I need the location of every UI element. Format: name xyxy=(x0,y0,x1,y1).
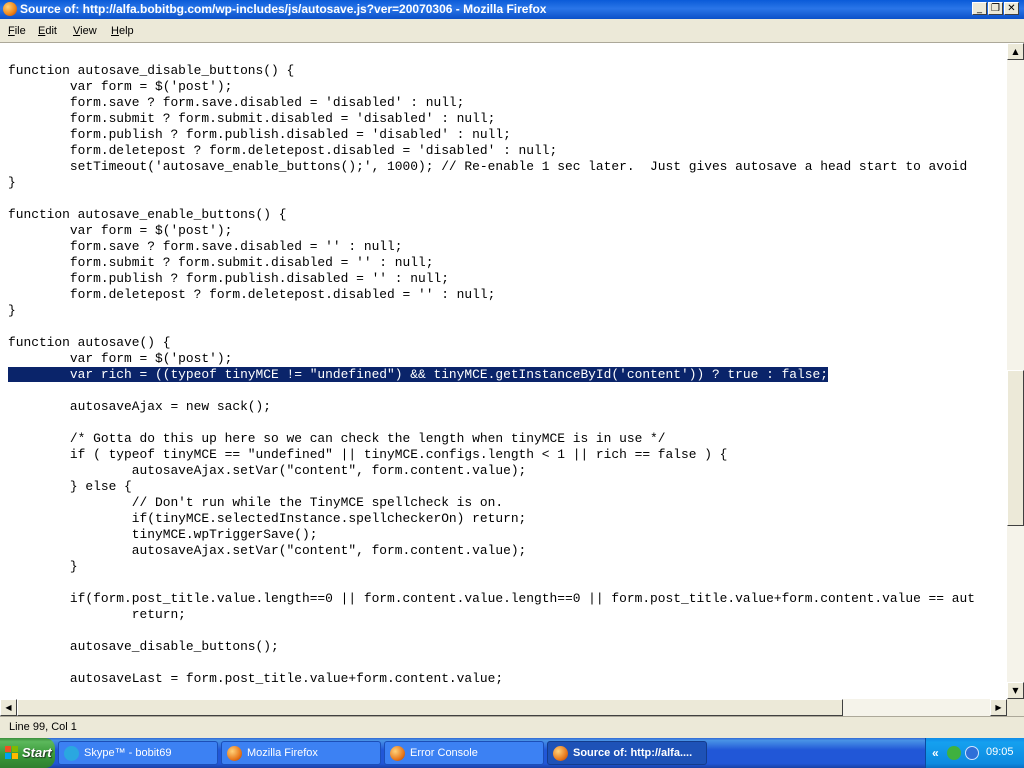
menu-view[interactable]: View xyxy=(73,25,97,37)
code-line: autosave_disable_buttons(); xyxy=(8,639,279,654)
code-line: function autosave_disable_buttons() { xyxy=(8,63,295,78)
code-line: if(tinyMCE.selectedInstance.spellchecker… xyxy=(8,511,527,526)
task-skype[interactable]: Skype™ - bobit69 xyxy=(58,741,218,765)
code-line: autosaveLast = form.post_title.value+for… xyxy=(8,671,504,686)
code-line: var form = $('post'); xyxy=(8,79,233,94)
code-line: tinyMCE.wpTriggerSave(); xyxy=(8,527,318,542)
code-line: form.save ? form.save.disabled = '' : nu… xyxy=(8,239,403,254)
system-tray: « 09:05 xyxy=(925,738,1024,768)
code-line: if(form.post_title.value.length==0 || fo… xyxy=(8,591,975,606)
window-title: Source of: http://alfa.bobitbg.com/wp-in… xyxy=(20,2,547,16)
code-line: setTimeout('autosave_enable_buttons();',… xyxy=(8,159,968,174)
vertical-scrollbar[interactable]: ▲ ▼ xyxy=(1007,43,1024,699)
code-line: form.submit ? form.submit.disabled = '' … xyxy=(8,255,434,270)
code-line: var form = $('post'); xyxy=(8,223,233,238)
firefox-icon xyxy=(390,746,405,761)
code-line: autosaveAjax = new sack(); xyxy=(8,399,272,414)
code-line: form.deletepost ? form.deletepost.disabl… xyxy=(8,143,558,158)
code-line: } xyxy=(8,559,78,574)
windows-logo-icon xyxy=(5,746,18,759)
maximize-button[interactable]: ❐ xyxy=(988,2,1003,15)
task-error-console[interactable]: Error Console xyxy=(384,741,544,765)
task-label: Skype™ - bobit69 xyxy=(84,747,172,759)
security-icon[interactable] xyxy=(965,746,979,760)
source-view[interactable]: function autosave_disable_buttons() { va… xyxy=(0,43,1007,699)
code-line: function autosave() { xyxy=(8,335,171,350)
minimize-button[interactable]: _ xyxy=(972,2,987,15)
code-line: } else { xyxy=(8,479,132,494)
code-line: autosaveAjax.setVar("content", form.cont… xyxy=(8,463,527,478)
menu-file[interactable]: File xyxy=(8,25,26,37)
menu-edit[interactable]: Edit xyxy=(38,25,57,37)
code-line: if ( typeof tinyMCE == "undefined" || ti… xyxy=(8,447,728,462)
code-line: form.save ? form.save.disabled = 'disabl… xyxy=(8,95,465,110)
code-line: autosaveAjax.setVar("content", form.cont… xyxy=(8,543,527,558)
firefox-icon[interactable] xyxy=(3,2,17,16)
scroll-up-button[interactable]: ▲ xyxy=(1007,43,1024,60)
task-label: Source of: http://alfa.... xyxy=(573,747,693,759)
network-icon[interactable] xyxy=(947,746,961,760)
status-bar: Line 99, Col 1 xyxy=(0,716,1024,738)
horizontal-scroll-thumb[interactable] xyxy=(17,699,843,716)
scrollbar-corner xyxy=(1007,699,1024,716)
firefox-icon xyxy=(227,746,242,761)
task-label: Mozilla Firefox xyxy=(247,747,318,759)
firefox-icon xyxy=(553,746,568,761)
code-line: /* Gotta do this up here so we can check… xyxy=(8,431,666,446)
title-bar: Source of: http://alfa.bobitbg.com/wp-in… xyxy=(0,0,1024,19)
scroll-right-button[interactable]: ▶ xyxy=(990,699,1007,716)
tray-expand-icon[interactable]: « xyxy=(932,746,939,760)
code-line: form.publish ? form.publish.disabled = '… xyxy=(8,271,449,286)
task-source-view[interactable]: Source of: http://alfa.... xyxy=(547,741,707,765)
selected-code-line: var rich = ((typeof tinyMCE != "undefine… xyxy=(8,367,828,382)
source-code: function autosave_disable_buttons() { va… xyxy=(8,63,975,687)
code-line: } xyxy=(8,303,16,318)
horizontal-scrollbar[interactable]: ◀ ▶ xyxy=(0,699,1007,716)
scroll-down-button[interactable]: ▼ xyxy=(1007,682,1024,699)
menu-bar: File Edit View Help xyxy=(0,19,1024,43)
menu-help[interactable]: Help xyxy=(111,25,134,37)
task-mozilla-firefox[interactable]: Mozilla Firefox xyxy=(221,741,381,765)
scroll-left-button[interactable]: ◀ xyxy=(0,699,17,716)
status-text: Line 99, Col 1 xyxy=(9,721,77,733)
start-label: Start xyxy=(22,745,52,760)
code-line: form.submit ? form.submit.disabled = 'di… xyxy=(8,111,496,126)
code-line: form.publish ? form.publish.disabled = '… xyxy=(8,127,511,142)
code-line: form.deletepost ? form.deletepost.disabl… xyxy=(8,287,496,302)
code-line: // Don't run while the TinyMCE spellchec… xyxy=(8,495,504,510)
code-line: var form = $('post'); xyxy=(8,351,233,366)
taskbar: Start Skype™ - bobit69 Mozilla Firefox E… xyxy=(0,738,1024,768)
task-label: Error Console xyxy=(410,747,478,759)
start-button[interactable]: Start xyxy=(0,738,55,768)
skype-icon xyxy=(64,746,79,761)
vertical-scroll-thumb[interactable] xyxy=(1007,370,1024,526)
close-button[interactable]: ✕ xyxy=(1004,2,1019,15)
clock[interactable]: 09:05 xyxy=(986,746,1014,758)
code-line: function autosave_enable_buttons() { xyxy=(8,207,287,222)
code-line: return; xyxy=(8,607,186,622)
code-line: } xyxy=(8,175,16,190)
